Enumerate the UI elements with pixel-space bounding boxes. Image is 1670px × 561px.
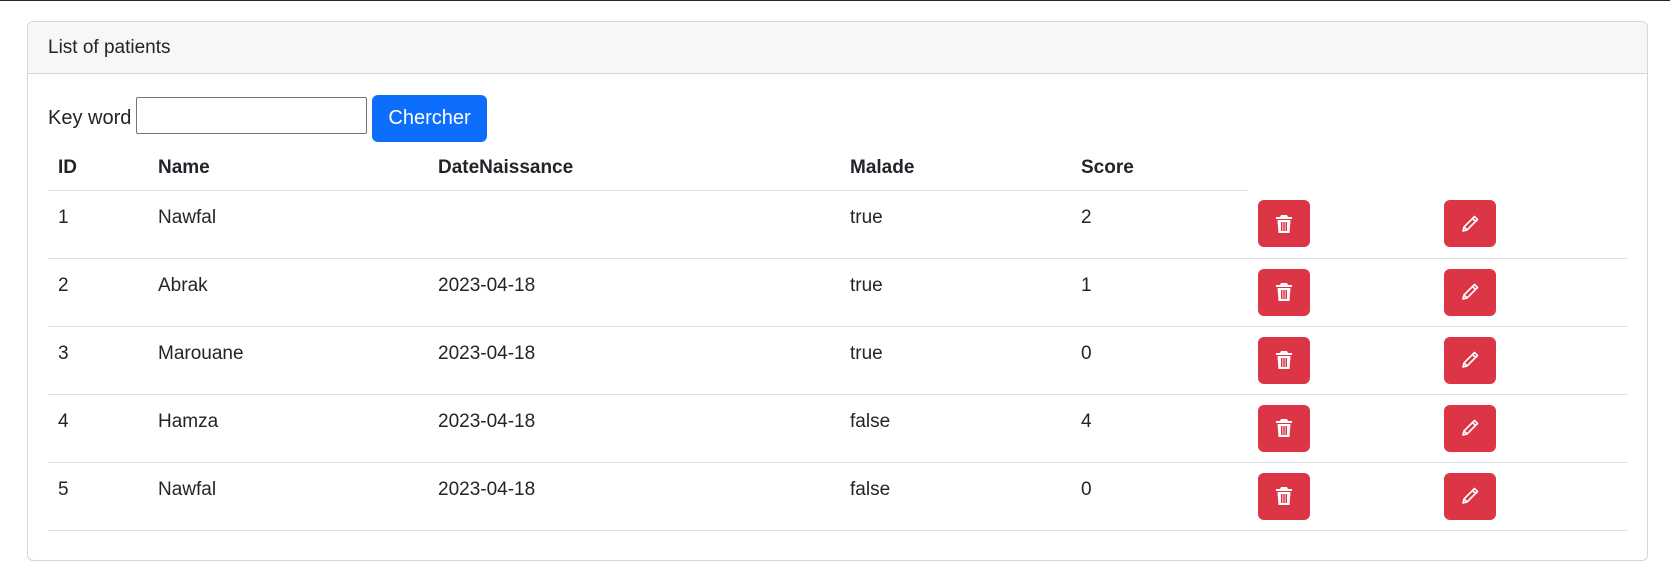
cell-id: 1 (48, 190, 148, 259)
cell-score: 4 (1071, 394, 1248, 463)
trash-icon (1276, 351, 1292, 369)
cell-edit (1434, 258, 1628, 327)
patients-card: List of patients Key word Chercher ID Na… (27, 21, 1648, 561)
cell-delete (1248, 462, 1434, 531)
table-row: 3 Marouane 2023-04-18 true 0 (48, 326, 1628, 395)
pencil-icon (1462, 487, 1479, 504)
cell-id: 2 (48, 258, 148, 327)
column-header-score: Score (1071, 146, 1248, 191)
edit-button[interactable] (1444, 268, 1496, 316)
cell-delete (1248, 394, 1434, 463)
card-header: List of patients (28, 22, 1647, 74)
cell-edit (1434, 462, 1628, 531)
column-header-date: DateNaissance (428, 146, 840, 191)
table-row: 1 Nawfal true 2 (48, 190, 1628, 259)
cell-id: 5 (48, 462, 148, 531)
cell-name: Nawfal (148, 462, 428, 531)
cell-malade: true (840, 258, 1071, 327)
edit-button[interactable] (1444, 336, 1496, 384)
cell-name: Marouane (148, 326, 428, 395)
cell-name: Hamza (148, 394, 428, 463)
column-header-delete (1248, 146, 1434, 190)
cell-score: 1 (1071, 258, 1248, 327)
table-row: 4 Hamza 2023-04-18 false 4 (48, 394, 1628, 463)
column-header-malade: Malade (840, 146, 1071, 191)
cell-malade: false (840, 462, 1071, 531)
search-button[interactable]: Chercher (372, 94, 487, 142)
delete-button[interactable] (1258, 472, 1310, 520)
pencil-icon (1462, 283, 1479, 300)
cell-score: 2 (1071, 190, 1248, 259)
pencil-icon (1462, 351, 1479, 368)
trash-icon (1276, 283, 1292, 301)
table-row: 2 Abrak 2023-04-18 true 1 (48, 258, 1628, 327)
cell-edit (1434, 394, 1628, 463)
cell-score: 0 (1071, 326, 1248, 395)
cell-malade: true (840, 190, 1071, 259)
cell-malade: false (840, 394, 1071, 463)
cell-name: Abrak (148, 258, 428, 327)
cell-score: 0 (1071, 462, 1248, 531)
column-header-name: Name (148, 146, 428, 191)
table-body: 1 Nawfal true 2 2 Abrak 2023-04-18 true … (48, 190, 1628, 531)
cell-name: Nawfal (148, 190, 428, 259)
cell-date (428, 190, 840, 259)
card-title: List of patients (48, 36, 171, 58)
trash-icon (1276, 214, 1292, 233)
edit-button[interactable] (1444, 404, 1496, 452)
cell-edit (1434, 190, 1628, 259)
table-header-row: ID Name DateNaissance Malade Score (48, 146, 1628, 191)
keyword-label: Key word (48, 106, 132, 129)
cell-date: 2023-04-18 (428, 462, 840, 531)
cell-edit (1434, 326, 1628, 395)
search-form: Key word Chercher (48, 94, 1627, 142)
pencil-icon (1462, 215, 1479, 232)
card-body: Key word Chercher ID Name DateNaissance … (28, 74, 1647, 531)
cell-id: 3 (48, 326, 148, 395)
cell-id: 4 (48, 394, 148, 463)
edit-button[interactable] (1444, 472, 1496, 520)
trash-icon (1276, 487, 1292, 505)
cell-delete (1248, 326, 1434, 395)
pencil-icon (1462, 419, 1479, 436)
delete-button[interactable] (1258, 404, 1310, 452)
cell-delete (1248, 190, 1434, 259)
column-header-id: ID (48, 146, 148, 191)
cell-date: 2023-04-18 (428, 326, 840, 395)
table-row: 5 Nawfal 2023-04-18 false 0 (48, 462, 1628, 531)
top-border-line (0, 0, 1670, 1)
edit-button[interactable] (1444, 200, 1496, 248)
cell-delete (1248, 258, 1434, 327)
cell-malade: true (840, 326, 1071, 395)
cell-date: 2023-04-18 (428, 258, 840, 327)
patients-table: ID Name DateNaissance Malade Score 1 Naw… (48, 146, 1628, 531)
cell-date: 2023-04-18 (428, 394, 840, 463)
trash-icon (1276, 419, 1292, 437)
delete-button[interactable] (1258, 268, 1310, 316)
delete-button[interactable] (1258, 200, 1310, 248)
keyword-input[interactable] (136, 96, 368, 134)
delete-button[interactable] (1258, 336, 1310, 384)
column-header-edit (1434, 146, 1628, 190)
